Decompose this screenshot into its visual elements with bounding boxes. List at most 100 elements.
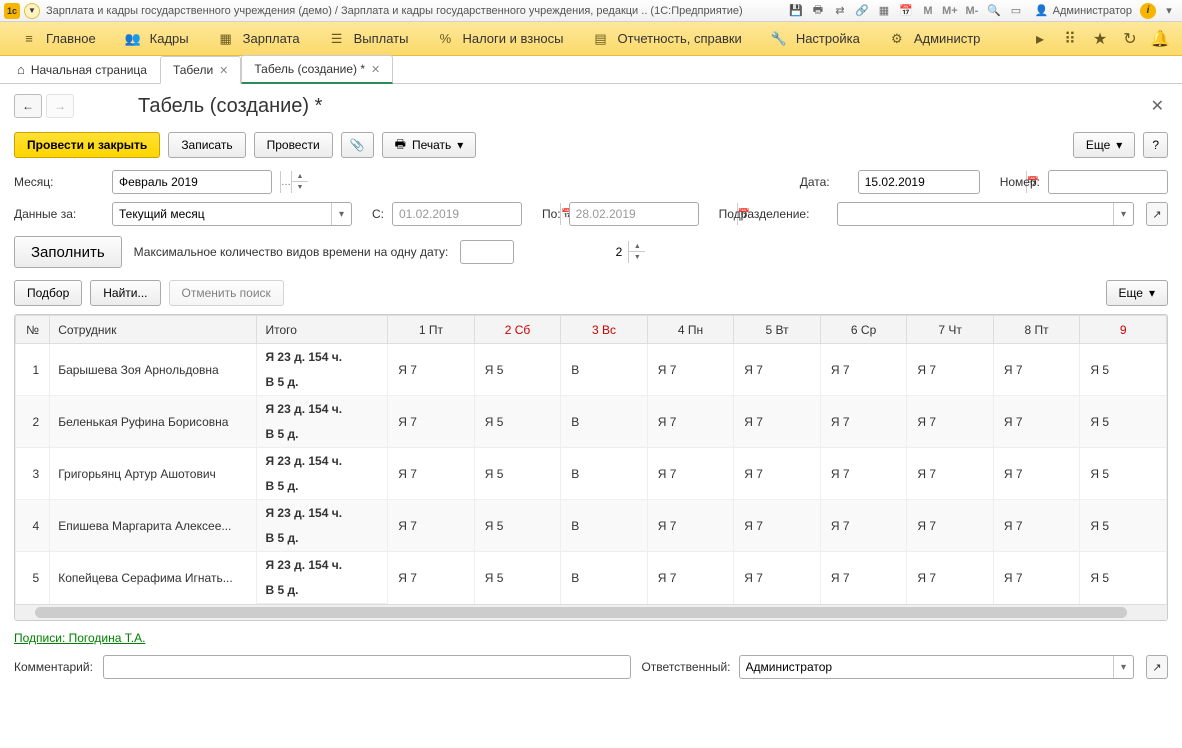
- close-icon[interactable]: ✕: [219, 64, 228, 77]
- cell-day[interactable]: Я 7: [388, 552, 475, 604]
- col-day[interactable]: 8 Пт: [993, 316, 1080, 344]
- cell-day[interactable]: Я 7: [734, 552, 821, 604]
- cell-day[interactable]: Я 7: [993, 448, 1080, 500]
- compare-icon[interactable]: ⇄: [831, 2, 849, 20]
- max-types-spinner[interactable]: ▲▼: [628, 241, 645, 263]
- cell-day[interactable]: Я 5: [1080, 500, 1167, 552]
- table-row[interactable]: 5Копейцева Серафима Игнать...Я 23 д. 154…: [16, 552, 1167, 578]
- cell-day[interactable]: Я 7: [993, 500, 1080, 552]
- col-day[interactable]: 6 Ср: [820, 316, 907, 344]
- cell-day[interactable]: Я 7: [993, 396, 1080, 448]
- nav-arrow-icon[interactable]: ▸: [1030, 29, 1050, 49]
- responsible-open-button[interactable]: ↗: [1146, 655, 1168, 679]
- dept-open-button[interactable]: ↗: [1146, 202, 1168, 226]
- find-button[interactable]: Найти...: [90, 280, 160, 306]
- cell-employee[interactable]: Копейцева Серафима Игнать...: [50, 552, 257, 604]
- cell-employee[interactable]: Беленькая Руфина Борисовна: [50, 396, 257, 448]
- dept-input[interactable]: [838, 203, 1113, 225]
- save-icon[interactable]: 💾: [787, 2, 805, 20]
- cell-day[interactable]: Я 7: [647, 448, 734, 500]
- col-day[interactable]: 7 Чт: [907, 316, 994, 344]
- comment-input[interactable]: [104, 656, 631, 678]
- timesheet-grid[interactable]: №СотрудникИтого1 Пт2 Сб3 Вс4 Пн5 Вт6 Ср7…: [14, 314, 1168, 621]
- cell-day[interactable]: Я 5: [474, 344, 561, 396]
- star-icon[interactable]: ★: [1090, 29, 1110, 49]
- month-input[interactable]: [113, 171, 280, 193]
- cell-employee[interactable]: Григорьянц Артур Ашотович: [50, 448, 257, 500]
- window-icon[interactable]: ▭: [1007, 2, 1025, 20]
- cell-day[interactable]: Я 5: [474, 552, 561, 604]
- submit-button[interactable]: Провести: [254, 132, 333, 158]
- menu-nastroika[interactable]: 🔧Настройка: [756, 22, 874, 55]
- m-plus-icon[interactable]: M+: [941, 2, 959, 20]
- print-icon[interactable]: 🖶: [809, 2, 827, 20]
- tab-tabel-create[interactable]: Табель (создание) *✕: [241, 55, 393, 84]
- max-types-input[interactable]: [461, 241, 628, 263]
- cell-day[interactable]: Я 7: [734, 500, 821, 552]
- month-spinner[interactable]: ▲▼: [291, 171, 308, 193]
- cell-day[interactable]: Я 7: [388, 500, 475, 552]
- signatures-link[interactable]: Подписи: Погодина Т.А.: [14, 631, 145, 645]
- nav-back-button[interactable]: ←: [14, 94, 42, 118]
- menu-otchet[interactable]: ▤Отчетность, справки: [578, 22, 756, 55]
- cell-day[interactable]: Я 5: [474, 500, 561, 552]
- col-total[interactable]: Итого: [257, 316, 388, 344]
- close-page-button[interactable]: ✕: [1147, 96, 1168, 116]
- print-button[interactable]: 🖶Печать▾: [382, 132, 477, 158]
- info-icon[interactable]: i: [1140, 3, 1156, 19]
- cell-day[interactable]: В: [561, 396, 648, 448]
- cell-day[interactable]: Я 5: [474, 396, 561, 448]
- menu-admin[interactable]: ⚙Администр: [874, 22, 995, 55]
- responsible-dropdown[interactable]: ▾: [1113, 656, 1133, 678]
- cell-day[interactable]: Я 7: [647, 396, 734, 448]
- fill-button[interactable]: Заполнить: [14, 236, 122, 268]
- save-button[interactable]: Записать: [168, 132, 245, 158]
- cell-day[interactable]: Я 5: [1080, 448, 1167, 500]
- month-picker-button[interactable]: …: [280, 171, 291, 193]
- cell-day[interactable]: Я 7: [647, 344, 734, 396]
- col-day[interactable]: 4 Пн: [647, 316, 734, 344]
- horizontal-scrollbar[interactable]: [15, 604, 1167, 620]
- cell-day[interactable]: Я 7: [734, 448, 821, 500]
- col-day[interactable]: 3 Вс: [561, 316, 648, 344]
- pick-button[interactable]: Подбор: [14, 280, 82, 306]
- history-icon[interactable]: ↻: [1120, 29, 1140, 49]
- table-row[interactable]: 3Григорьянц Артур АшотовичЯ 23 д. 154 ч.…: [16, 448, 1167, 474]
- cell-day[interactable]: В: [561, 500, 648, 552]
- tab-tabeli[interactable]: Табели✕: [160, 56, 241, 84]
- close-icon[interactable]: ✕: [371, 63, 380, 76]
- cell-day[interactable]: Я 7: [907, 396, 994, 448]
- cell-day[interactable]: Я 7: [647, 552, 734, 604]
- cell-day[interactable]: Я 7: [820, 344, 907, 396]
- col-day[interactable]: 2 Сб: [474, 316, 561, 344]
- cell-day[interactable]: Я 7: [820, 552, 907, 604]
- cell-day[interactable]: Я 7: [907, 500, 994, 552]
- cell-day[interactable]: Я 7: [907, 552, 994, 604]
- table-row[interactable]: 2Беленькая Руфина БорисовнаЯ 23 д. 154 ч…: [16, 396, 1167, 422]
- menu-main[interactable]: ≡Главное: [6, 22, 110, 55]
- col-day[interactable]: 5 Вт: [734, 316, 821, 344]
- cell-day[interactable]: Я 5: [1080, 344, 1167, 396]
- bell-icon[interactable]: 🔔: [1150, 29, 1170, 49]
- col-employee[interactable]: Сотрудник: [50, 316, 257, 344]
- apps-grid-icon[interactable]: ⠿: [1060, 29, 1080, 49]
- m-icon[interactable]: M: [919, 2, 937, 20]
- submit-close-button[interactable]: Провести и закрыть: [14, 132, 160, 158]
- col-day[interactable]: 9: [1080, 316, 1167, 344]
- m-minus-icon[interactable]: M-: [963, 2, 981, 20]
- cell-day[interactable]: Я 7: [820, 500, 907, 552]
- nav-forward-button[interactable]: →: [46, 94, 74, 118]
- cell-day[interactable]: Я 7: [388, 396, 475, 448]
- menu-nalogi[interactable]: %Налоги и взносы: [422, 22, 577, 55]
- link-icon[interactable]: 🔗: [853, 2, 871, 20]
- cell-employee[interactable]: Епишева Маргарита Алексее...: [50, 500, 257, 552]
- cell-day[interactable]: В: [561, 448, 648, 500]
- data-for-field[interactable]: ▾: [112, 202, 352, 226]
- data-for-input[interactable]: [113, 203, 331, 225]
- tab-home[interactable]: ⌂Начальная страница: [4, 55, 160, 83]
- calc-icon[interactable]: ▦: [875, 2, 893, 20]
- max-types-field[interactable]: ▲▼: [460, 240, 514, 264]
- cell-day[interactable]: Я 7: [907, 344, 994, 396]
- grid-more-button[interactable]: Еще▾: [1106, 280, 1168, 306]
- col-day[interactable]: 1 Пт: [388, 316, 475, 344]
